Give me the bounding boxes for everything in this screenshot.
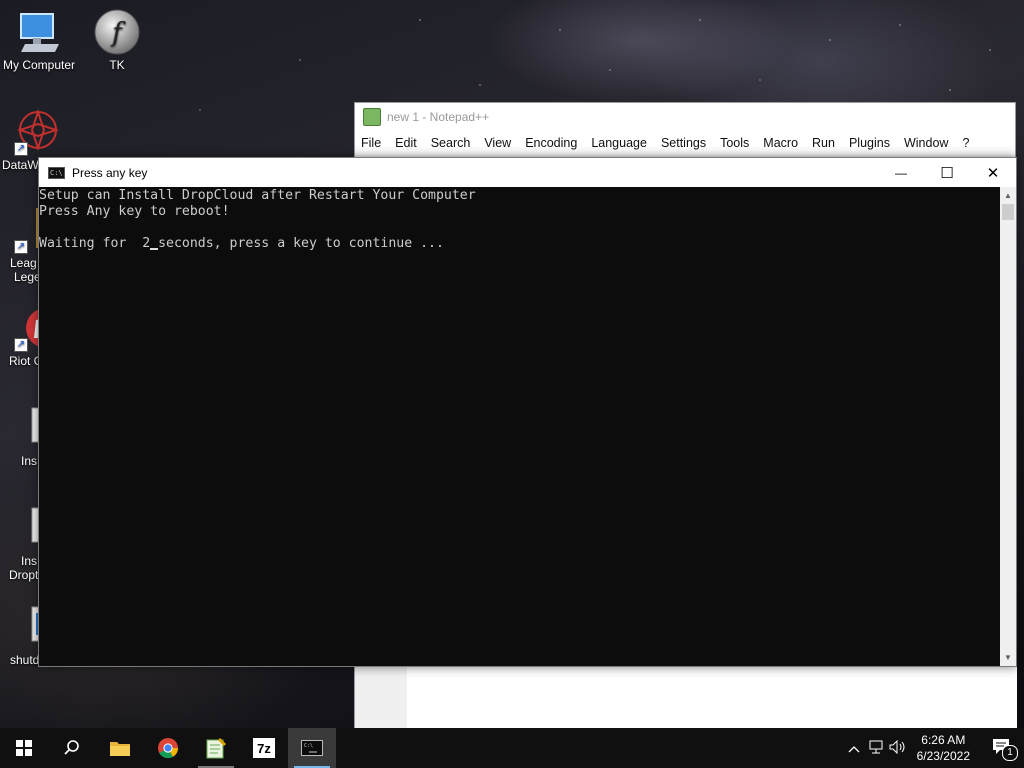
menu-tools[interactable]: Tools — [720, 136, 749, 150]
menu-run[interactable]: Run — [812, 136, 835, 150]
minimize-icon: — — [895, 165, 907, 180]
svg-text:7z: 7z — [257, 741, 271, 756]
console-icon: C:\ — [301, 740, 323, 756]
7zip-icon: 7z — [253, 738, 275, 758]
desktop-icon-label: My Computer — [2, 58, 76, 72]
desktop: My Computer f TK ↗ DataW ↗ Leag Lege ↗ R… — [0, 0, 1024, 728]
maximize-icon: ☐ — [940, 164, 954, 182]
scroll-up-icon[interactable]: ▲ — [1000, 187, 1016, 204]
notification-count-badge: 1 — [1002, 744, 1018, 761]
close-button[interactable]: ✕ — [970, 158, 1016, 187]
console-line-countdown: Waiting for 2 seconds, press a key to co… — [39, 236, 1000, 252]
desktop-icon-tk[interactable]: f TK — [77, 8, 157, 72]
show-hidden-icons-chevron-up-icon[interactable] — [843, 741, 865, 756]
menu-window[interactable]: Window — [904, 136, 948, 150]
console-line: Press Any key to reboot! — [39, 204, 230, 219]
menu-view[interactable]: View — [484, 136, 511, 150]
network-icon[interactable] — [865, 740, 887, 757]
chrome-icon — [158, 738, 179, 759]
console-output[interactable]: Setup can Install DropCloud after Restar… — [39, 187, 1000, 666]
search-icon — [64, 740, 79, 755]
taskbar-7zip[interactable]: 7z — [240, 728, 288, 768]
notepad-title-bar[interactable]: new 1 - Notepad++ — [355, 103, 1015, 131]
scroll-down-icon[interactable]: ▼ — [1000, 649, 1016, 666]
notification-center-icon[interactable]: 1 — [980, 738, 1024, 761]
clock-time: 6:26 AM — [921, 733, 966, 747]
shortcut-arrow-icon: ↗ — [14, 338, 28, 352]
notepad-plus-plus-icon — [363, 108, 381, 126]
start-button[interactable] — [0, 728, 48, 768]
console-scrollbar[interactable]: ▲ ▼ — [1000, 187, 1016, 666]
taskbar: 7z C:\ 6:26 AM 6/23/2022 1 — [0, 728, 1024, 768]
clock[interactable]: 6:26 AM 6/23/2022 — [917, 732, 970, 764]
menu-plugins[interactable]: Plugins — [849, 136, 890, 150]
menu-macro[interactable]: Macro — [763, 136, 798, 150]
desktop-icon-my-computer[interactable]: My Computer — [0, 8, 79, 72]
file-explorer-icon — [110, 742, 130, 756]
desktop-icon-label: TK — [109, 58, 125, 72]
shortcut-arrow-icon: ↗ — [14, 240, 28, 254]
menu-encoding[interactable]: Encoding — [525, 136, 577, 150]
menu-file[interactable]: File — [361, 136, 381, 150]
search-button[interactable] — [48, 728, 96, 768]
menu-language[interactable]: Language — [591, 136, 647, 150]
clock-date: 6/23/2022 — [916, 749, 970, 763]
taskbar-console[interactable]: C:\ — [288, 728, 336, 768]
notepad-editor[interactable] — [407, 663, 1017, 728]
notepad-plus-plus-icon — [206, 737, 227, 759]
menu-help[interactable]: ? — [962, 136, 969, 150]
console-window[interactable]: C:\ Press any key — ☐ ✕ Setup can Instal… — [38, 157, 1017, 667]
notepad-menu-bar: File Edit Search View Encoding Language … — [355, 131, 1015, 155]
window-controls: — ☐ ✕ — [878, 158, 1016, 187]
datawrapper-icon: ↗ — [14, 108, 62, 156]
scroll-thumb[interactable] — [1002, 204, 1014, 220]
notepad-gutter — [355, 659, 408, 728]
taskbar-notepad-plus-plus[interactable] — [192, 728, 240, 768]
menu-search[interactable]: Search — [431, 136, 471, 150]
minimize-button[interactable]: — — [878, 158, 924, 187]
taskbar-chrome[interactable] — [144, 728, 192, 768]
system-tray: 6:26 AM 6/23/2022 1 — [843, 728, 1024, 768]
notepad-title: new 1 - Notepad++ — [387, 110, 490, 124]
close-icon: ✕ — [986, 164, 1000, 182]
start-icon — [16, 740, 32, 756]
menu-settings[interactable]: Settings — [661, 136, 706, 150]
computer-icon — [15, 8, 63, 56]
menu-edit[interactable]: Edit — [395, 136, 417, 150]
taskbar-file-explorer[interactable] — [96, 728, 144, 768]
console-line: Setup can Install DropCloud after Restar… — [39, 188, 476, 203]
flash-icon: f — [93, 8, 141, 56]
volume-icon[interactable] — [887, 739, 909, 757]
svg-text:C:\: C:\ — [304, 743, 313, 749]
console-countdown-text: Waiting for 2 seconds, press a key to co… — [39, 236, 444, 251]
text-cursor — [150, 248, 159, 250]
console-title: Press any key — [72, 165, 148, 180]
shortcut-arrow-icon: ↗ — [14, 142, 28, 156]
maximize-button[interactable]: ☐ — [924, 158, 970, 187]
console-icon: C:\ — [48, 166, 65, 179]
console-title-bar[interactable]: C:\ Press any key — ☐ ✕ — [39, 158, 1016, 187]
